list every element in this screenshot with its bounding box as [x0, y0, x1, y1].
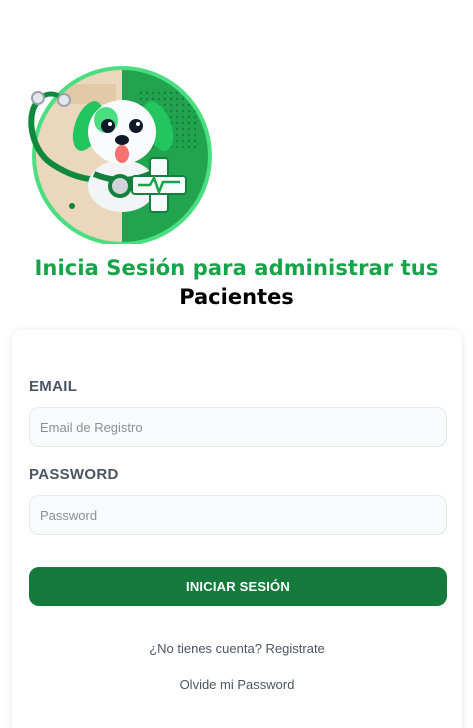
login-button[interactable]: Iniciar Sesión	[29, 567, 447, 606]
login-page: Inicia Sesión para administrar tus Pacie…	[0, 0, 473, 728]
forgot-password-link[interactable]: Olvide mi Password	[12, 677, 462, 692]
email-field[interactable]	[29, 407, 447, 447]
page-title: Inicia Sesión para administrar tus	[34, 256, 439, 280]
page-title-highlight: Pacientes	[179, 285, 294, 309]
password-field[interactable]	[29, 495, 447, 535]
email-label: EMAIL	[29, 378, 78, 395]
password-label: PASSWORD	[29, 466, 119, 483]
dog-vet-logo-icon	[18, 48, 214, 246]
login-form: EMAIL PASSWORD Iniciar Sesión ¿No tienes…	[12, 330, 462, 728]
register-link[interactable]: ¿No tienes cuenta? Registrate	[12, 641, 462, 656]
